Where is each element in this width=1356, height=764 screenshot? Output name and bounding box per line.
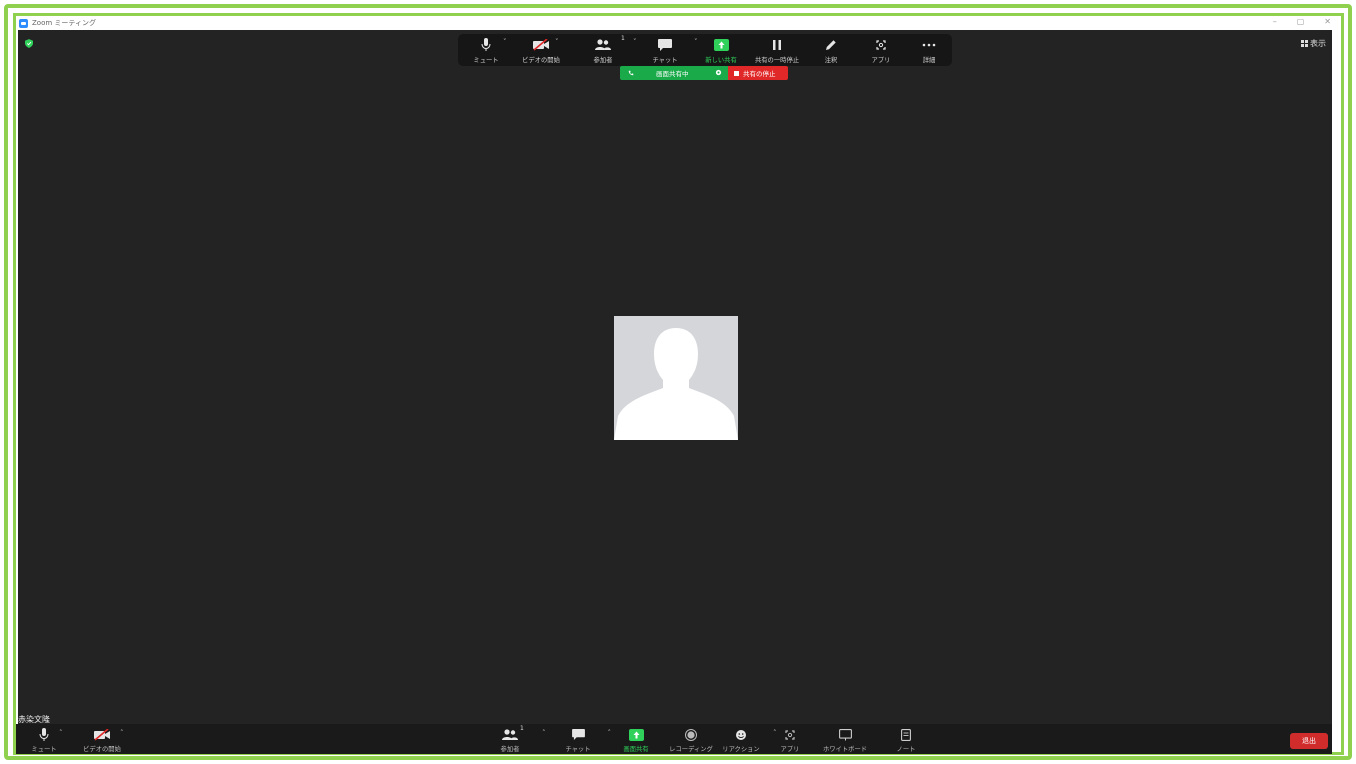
leave-button[interactable]: 退出 — [1290, 733, 1328, 749]
stop-icon — [734, 70, 739, 76]
mic-icon — [39, 727, 49, 741]
toolbar-video-button[interactable]: ˅ ビデオの開始 — [514, 37, 568, 64]
participants-icon — [502, 728, 518, 740]
grid-view-icon — [1301, 40, 1308, 47]
participants-icon — [595, 39, 611, 50]
gear-icon[interactable] — [715, 69, 722, 76]
start-video-button[interactable]: ˄ ビデオの開始 — [74, 727, 130, 753]
meeting-controls-bar: ˄ ミュート ˄ ビデオの開始 1 ˄ 参加者 ˄ チャット 画面共有 レコーデ… — [16, 724, 1332, 754]
share-screen-icon — [628, 728, 644, 741]
pause-icon — [773, 40, 781, 50]
window-titlebar: Zoom ミーティング – ▢ ✕ — [16, 16, 1341, 30]
toolbar-new-share-label: 新しい共有 — [705, 57, 737, 64]
apps-button[interactable]: アプリ — [762, 727, 818, 753]
stop-share-button[interactable]: 共有の停止 — [728, 66, 788, 80]
participant-count: 1 — [520, 725, 524, 732]
toolbar-pause-share-label: 共有の一時停止 — [754, 57, 800, 64]
maximize-button[interactable]: ▢ — [1297, 17, 1305, 26]
whiteboard-button[interactable]: ホワイトボード — [817, 727, 873, 753]
start-video-label: ビデオの開始 — [83, 746, 121, 753]
toolbar-chat-label: チャット — [652, 57, 678, 64]
pencil-icon — [826, 40, 836, 50]
whiteboard-label: ホワイトボード — [822, 746, 868, 753]
participants-label: 参加者 — [500, 746, 520, 753]
reactions-button[interactable]: ˄ リアクション — [713, 727, 776, 753]
mute-button[interactable]: ˄ ミュート — [16, 727, 72, 753]
mute-label: ミュート — [31, 746, 57, 753]
person-silhouette-icon — [614, 328, 738, 440]
view-button[interactable]: 表示 — [1301, 38, 1326, 49]
notes-icon — [901, 728, 911, 741]
toolbar-participants-label: 参加者 — [593, 57, 613, 64]
video-off-icon — [94, 728, 110, 741]
toolbar-apps-label: アプリ — [871, 57, 891, 64]
apps-label: アプリ — [780, 746, 800, 753]
share-screen-label: 画面共有 — [623, 746, 649, 753]
chevron-down-icon[interactable]: ˅ — [503, 38, 507, 46]
minimize-button[interactable]: – — [1273, 17, 1277, 26]
reactions-label: リアクション — [722, 746, 760, 753]
participants-button[interactable]: 1 ˄ 参加者 — [482, 725, 546, 753]
view-label: 表示 — [1310, 39, 1326, 48]
chevron-up-icon[interactable]: ˄ — [542, 729, 546, 737]
share-screen-icon — [713, 39, 729, 51]
whiteboard-icon — [838, 728, 852, 740]
toolbar-pause-share-button[interactable]: 共有の一時停止 — [750, 37, 804, 64]
shield-icon[interactable] — [25, 39, 33, 48]
toolbar-more-button[interactable]: 詳細 — [902, 37, 956, 64]
toolbar-mute-button[interactable]: ˅ ミュート — [459, 37, 513, 64]
close-button[interactable]: ✕ — [1324, 17, 1331, 26]
more-icon — [922, 43, 936, 47]
mic-icon — [481, 38, 491, 51]
participant-count: 1 — [621, 35, 625, 42]
stop-share-label: 共有の停止 — [743, 70, 776, 78]
chat-icon — [658, 39, 672, 51]
share-toolbar: ˅ ミュート ˅ ビデオの開始 1 ˅ 参加者 ˅ チャット 新しい共有 共有の… — [458, 34, 952, 66]
apps-icon — [876, 40, 886, 50]
phone-icon — [628, 70, 634, 76]
share-screen-button[interactable]: 画面共有 — [608, 727, 664, 753]
reaction-icon — [736, 729, 746, 740]
record-icon — [685, 728, 697, 741]
chat-button[interactable]: ˄ チャット — [550, 727, 611, 753]
notes-label: ノート — [896, 746, 916, 753]
toolbar-more-label: 詳細 — [922, 57, 936, 64]
chevron-down-icon[interactable]: ˅ — [633, 38, 637, 46]
participant-avatar — [614, 316, 738, 440]
window-title: Zoom ミーティング — [32, 19, 96, 27]
toolbar-new-share-button[interactable]: 新しい共有 — [694, 37, 748, 64]
apps-icon — [785, 729, 795, 740]
toolbar-chat-button[interactable]: ˅ チャット — [638, 37, 697, 64]
meeting-view: 表示 ˅ ミュート ˅ ビデオの開始 1 ˅ 参加者 ˅ チャット 新しい共有 … — [18, 30, 1332, 724]
toolbar-annotate-button[interactable]: 注釈 — [804, 37, 858, 64]
chat-icon — [571, 729, 585, 740]
record-button[interactable]: レコーディング — [663, 727, 719, 753]
screen-sharing-status[interactable]: 画面共有中 — [620, 66, 728, 80]
chevron-up-icon[interactable]: ˄ — [120, 729, 124, 737]
toolbar-apps-button[interactable]: アプリ — [854, 37, 908, 64]
zoom-logo-icon — [19, 18, 28, 28]
notes-button[interactable]: ノート — [878, 727, 934, 753]
toolbar-mute-label: ミュート — [473, 57, 499, 64]
record-label: レコーディング — [669, 746, 713, 753]
sharing-status-text: 画面共有中 — [656, 70, 689, 78]
chevron-down-icon[interactable]: ˅ — [555, 38, 559, 46]
toolbar-participants-button[interactable]: 1 ˅ 参加者 — [576, 35, 637, 64]
toolbar-annotate-label: 注釈 — [824, 57, 838, 64]
video-off-icon — [533, 39, 549, 51]
chat-label: チャット — [565, 746, 591, 753]
chevron-up-icon[interactable]: ˄ — [59, 729, 63, 737]
toolbar-video-label: ビデオの開始 — [522, 57, 560, 64]
